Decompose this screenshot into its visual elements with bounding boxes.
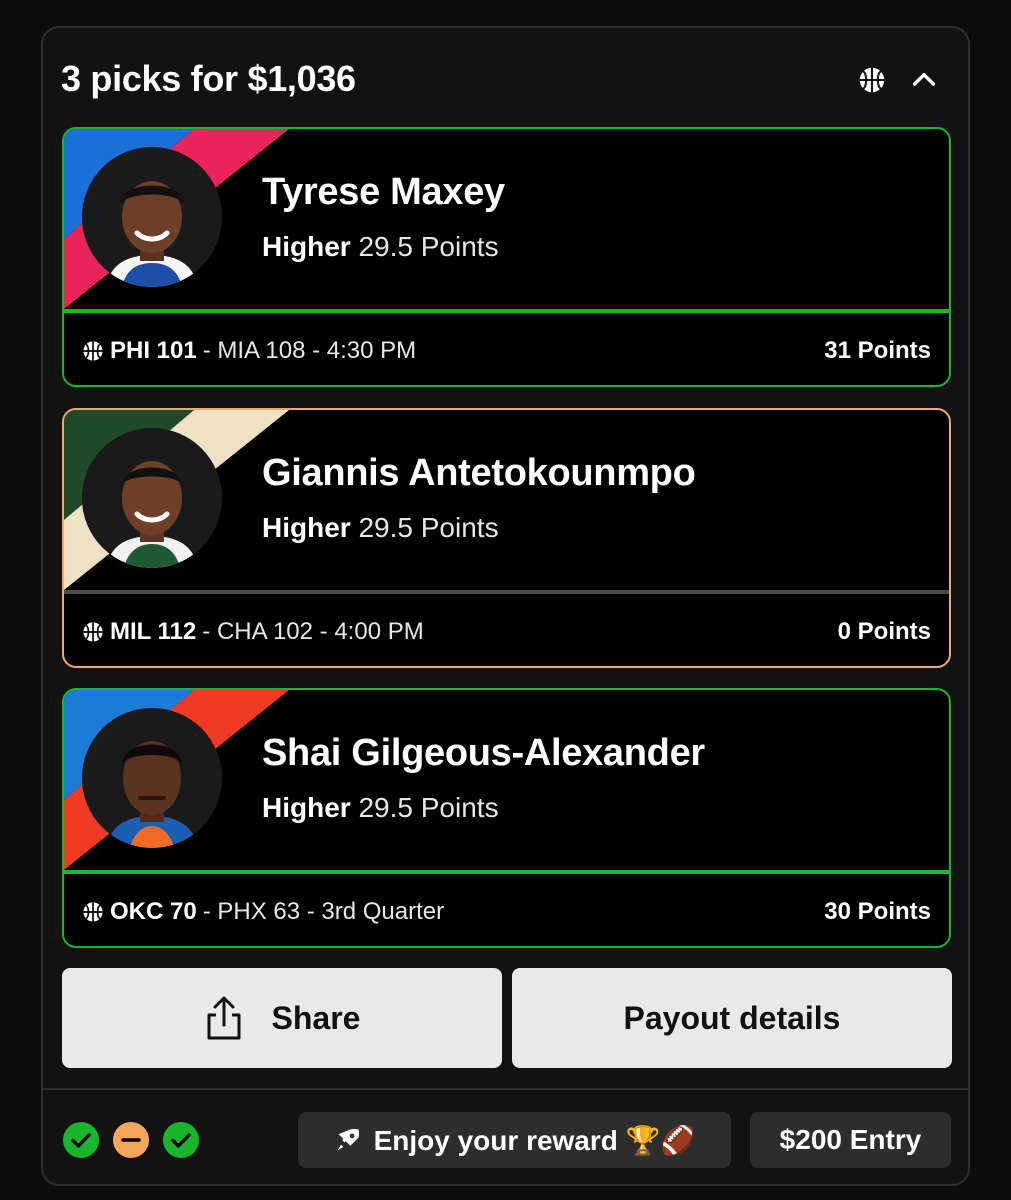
player-avatar <box>82 708 222 848</box>
player-name: Shai Gilgeous-Alexander <box>262 732 705 774</box>
game-score: PHI 101 - MIA 108 - 4:30 PM <box>82 337 416 365</box>
pick-card-top: Shai Gilgeous-Alexander Higher 29.5 Poin… <box>64 690 949 870</box>
player-result: 30 Points <box>824 898 931 925</box>
entry-card: 3 picks for $1,036 Tyrese Maxey Higher 2… <box>41 26 970 1186</box>
game-info-row: MIL 112 - CHA 102 - 4:00 PM 0 Points <box>64 594 949 666</box>
entry-amount-badge: $200 Entry <box>750 1112 951 1168</box>
pick-card-shai-gilgeous-alexander[interactable]: Shai Gilgeous-Alexander Higher 29.5 Poin… <box>62 688 951 948</box>
pick-line: Higher 29.5 Points <box>262 792 499 824</box>
pick-card-top: Tyrese Maxey Higher 29.5 Points <box>64 129 949 309</box>
game-score: OKC 70 - PHX 63 - 3rd Quarter <box>82 898 444 926</box>
pick-direction: Higher <box>262 792 351 823</box>
basketball-icon <box>82 621 104 643</box>
game-team-score: OKC 70 <box>110 898 197 925</box>
player-result: 0 Points <box>837 618 931 645</box>
pick-line-value: 29.5 Points <box>358 792 499 823</box>
reward-text: Enjoy your reward 🏆🏈 <box>373 1124 696 1156</box>
pick-direction: Higher <box>262 512 351 543</box>
reward-badge[interactable]: Enjoy your reward 🏆🏈 <box>298 1112 731 1168</box>
payout-details-button[interactable]: Payout details <box>512 968 952 1068</box>
check-circle-icon <box>163 1122 199 1158</box>
pick-line-value: 29.5 Points <box>358 512 499 543</box>
footer-divider <box>43 1088 968 1090</box>
basketball-icon <box>858 66 886 94</box>
minus-circle-icon <box>113 1122 149 1158</box>
share-button[interactable]: Share <box>62 968 502 1068</box>
basketball-icon <box>82 340 104 362</box>
player-avatar <box>82 428 222 568</box>
game-team-score: PHI 101 <box>110 337 197 364</box>
game-team-score: MIL 112 <box>110 618 197 645</box>
basketball-icon <box>82 901 104 923</box>
player-name: Giannis Antetokounmpo <box>262 452 696 494</box>
game-score: MIL 112 - CHA 102 - 4:00 PM <box>82 618 424 646</box>
game-info-row: PHI 101 - MIA 108 - 4:30 PM 31 Points <box>64 313 949 385</box>
game-opponent-time: - MIA 108 - 4:30 PM <box>202 337 417 364</box>
pick-line: Higher 29.5 Points <box>262 231 499 263</box>
player-name: Tyrese Maxey <box>262 171 505 213</box>
payout-details-label: Payout details <box>623 999 841 1036</box>
share-label: Share <box>271 999 361 1036</box>
entry-header: 3 picks for $1,036 <box>61 56 950 106</box>
check-circle-icon <box>63 1122 99 1158</box>
chevron-up-icon[interactable] <box>908 64 940 96</box>
pick-card-tyrese-maxey[interactable]: Tyrese Maxey Higher 29.5 Points PHI 101 … <box>62 127 951 387</box>
pick-direction: Higher <box>262 231 351 262</box>
entry-amount: $200 Entry <box>779 1124 922 1155</box>
share-icon <box>204 995 244 1041</box>
pick-card-top: Giannis Antetokounmpo Higher 29.5 Points <box>64 410 949 590</box>
player-avatar <box>82 147 222 287</box>
entry-title: 3 picks for $1,036 <box>61 58 356 99</box>
game-info-row: OKC 70 - PHX 63 - 3rd Quarter 30 Points <box>64 874 949 946</box>
player-result: 31 Points <box>824 337 931 364</box>
pick-card-giannis-antetokounmpo[interactable]: Giannis Antetokounmpo Higher 29.5 Points… <box>62 408 951 668</box>
pick-line: Higher 29.5 Points <box>262 512 499 544</box>
pick-status-indicators <box>63 1122 199 1158</box>
game-opponent-time: - CHA 102 - 4:00 PM <box>202 618 424 645</box>
pick-line-value: 29.5 Points <box>358 231 499 262</box>
game-opponent-time: - PHX 63 - 3rd Quarter <box>202 898 445 925</box>
rocket-icon <box>334 1126 362 1154</box>
